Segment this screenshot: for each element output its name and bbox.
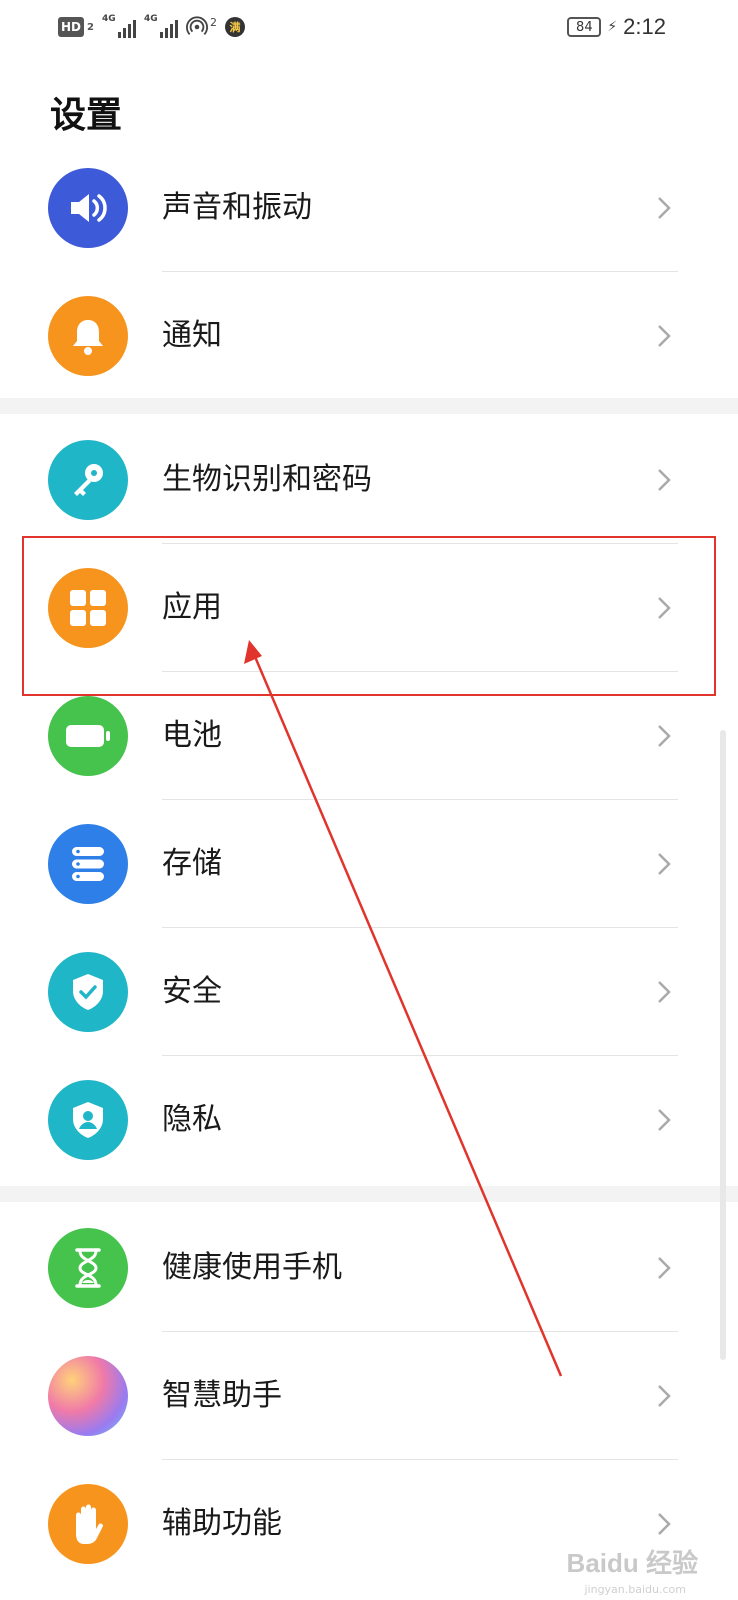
shield-check-icon bbox=[48, 952, 128, 1032]
charging-icon: ⚡ bbox=[607, 19, 618, 35]
hourglass-icon bbox=[48, 1228, 128, 1308]
highlight-box-apps bbox=[22, 536, 716, 696]
chevron-right-icon bbox=[658, 325, 671, 347]
hotspot-icon bbox=[185, 16, 208, 35]
clock: 2:12 bbox=[623, 14, 666, 39]
status-bar-right: 84 ⚡ 2:12 bbox=[567, 12, 666, 42]
settings-item-security[interactable]: 安全 bbox=[0, 928, 738, 1056]
network-type-label: 4G bbox=[101, 14, 116, 24]
settings-item-smart-assistant[interactable]: 智慧助手 bbox=[0, 1332, 738, 1460]
chevron-right-icon bbox=[658, 197, 671, 219]
settings-item-label: 存储 bbox=[162, 846, 222, 881]
storage-icon bbox=[48, 824, 128, 904]
signal-icon-1: 4G bbox=[101, 14, 136, 38]
settings-item-label: 声音和振动 bbox=[162, 190, 312, 225]
chevron-right-icon bbox=[658, 725, 671, 747]
watermark-logo: Baidu 经验 bbox=[566, 1548, 698, 1578]
settings-item-label: 智慧助手 bbox=[162, 1378, 282, 1413]
settings-item-label: 隐私 bbox=[162, 1102, 222, 1137]
hotspot-count: 2 bbox=[209, 15, 217, 29]
chevron-right-icon bbox=[658, 1257, 671, 1279]
chevron-right-icon bbox=[658, 1385, 671, 1407]
battery-icon bbox=[48, 696, 128, 776]
settings-group-2: 生物识别和密码 应用 电池 存储 安全 隐私 bbox=[0, 414, 738, 1186]
chevron-right-icon bbox=[658, 981, 671, 1003]
settings-item-privacy[interactable]: 隐私 bbox=[0, 1056, 738, 1184]
hd-sub-label: 2 bbox=[87, 21, 94, 33]
bell-icon bbox=[48, 296, 128, 376]
settings-item-sound[interactable]: 声音和振动 bbox=[0, 144, 738, 272]
chevron-right-icon bbox=[658, 1109, 671, 1131]
notification-badge-icon: 满 bbox=[224, 17, 245, 37]
battery-level: 84 bbox=[567, 17, 602, 37]
settings-group-3: 健康使用手机 智慧助手 辅助功能 bbox=[0, 1202, 738, 1600]
page-title: 设置 bbox=[50, 95, 123, 136]
settings-item-digital-balance[interactable]: 健康使用手机 bbox=[0, 1204, 738, 1332]
privacy-shield-icon bbox=[48, 1080, 128, 1160]
assistant-orb-icon bbox=[48, 1356, 128, 1436]
chevron-right-icon bbox=[658, 469, 671, 491]
hd-call-icon: HD bbox=[58, 17, 85, 37]
status-bar-left: HD 2 4G 4G 2 满 bbox=[58, 14, 245, 40]
chevron-right-icon bbox=[658, 1513, 671, 1535]
group-divider bbox=[0, 1186, 738, 1202]
scrollbar[interactable] bbox=[720, 730, 726, 1360]
settings-item-storage[interactable]: 存储 bbox=[0, 800, 738, 928]
settings-item-notifications[interactable]: 通知 bbox=[0, 272, 738, 400]
settings-item-label: 安全 bbox=[162, 974, 222, 1009]
settings-item-label: 通知 bbox=[162, 318, 222, 353]
watermark-url: jingyan.baidu.com bbox=[584, 1583, 686, 1596]
settings-item-label: 辅助功能 bbox=[162, 1506, 282, 1541]
status-bar: HD 2 4G 4G 2 满 84 ⚡ 2:12 bbox=[0, 0, 738, 56]
speaker-icon bbox=[48, 168, 128, 248]
settings-item-label: 生物识别和密码 bbox=[162, 462, 372, 497]
signal-icon-2: 4G bbox=[143, 14, 178, 38]
hand-icon bbox=[48, 1484, 128, 1564]
chevron-right-icon bbox=[658, 853, 671, 875]
key-icon bbox=[48, 440, 128, 520]
group-divider bbox=[0, 398, 738, 414]
settings-item-label: 健康使用手机 bbox=[162, 1250, 342, 1285]
settings-group-1: 声音和振动 通知 bbox=[0, 140, 738, 398]
settings-item-biometrics[interactable]: 生物识别和密码 bbox=[0, 416, 738, 544]
network-type-label: 4G bbox=[143, 14, 158, 24]
